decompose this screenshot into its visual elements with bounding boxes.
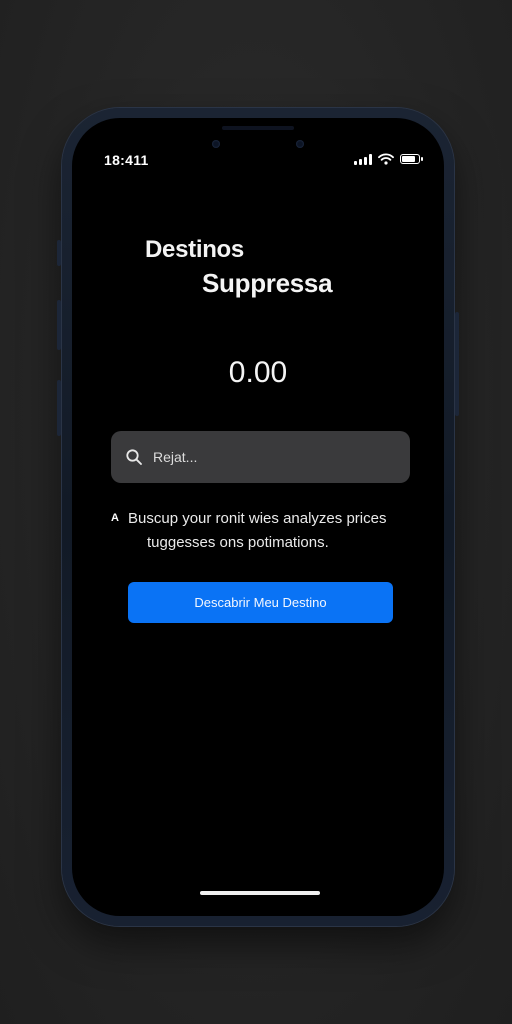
earpiece	[222, 126, 294, 130]
sensor-icon	[296, 140, 304, 148]
front-camera-icon	[212, 140, 220, 148]
wifi-icon	[378, 153, 394, 165]
cellular-signal-icon	[354, 153, 372, 165]
search-bar[interactable]	[111, 431, 410, 483]
app-subtitle: Suppressa	[202, 268, 333, 298]
phone-screen: 18:411 Destinos Suppressa 0.00 Rejat... …	[72, 118, 444, 916]
amount-display: 0.00	[228, 356, 288, 389]
status-time: 18:411	[104, 152, 149, 168]
status-icons	[354, 152, 423, 166]
home-indicator[interactable]	[200, 891, 320, 895]
battery-level	[402, 156, 415, 162]
info-marker: A	[111, 512, 119, 524]
volume-up-button	[57, 300, 61, 350]
info-text-line1: Buscup your ronit wies analyzes prices	[128, 510, 387, 527]
volume-down-button	[57, 380, 61, 436]
battery-icon	[400, 154, 423, 164]
search-input[interactable]	[153, 449, 393, 465]
search-icon	[126, 449, 142, 465]
discover-destination-button[interactable]: Descabrir Meu Destino	[128, 582, 393, 623]
info-text-line2: tuggesses ons potimations.	[147, 534, 329, 551]
action-button	[57, 240, 61, 266]
backdrop: 18:411 Destinos Suppressa 0.00 Rejat... …	[0, 0, 512, 1024]
phone-frame: 18:411 Destinos Suppressa 0.00 Rejat... …	[57, 108, 459, 926]
app-title: Destinos	[145, 236, 244, 263]
power-button	[455, 312, 459, 416]
